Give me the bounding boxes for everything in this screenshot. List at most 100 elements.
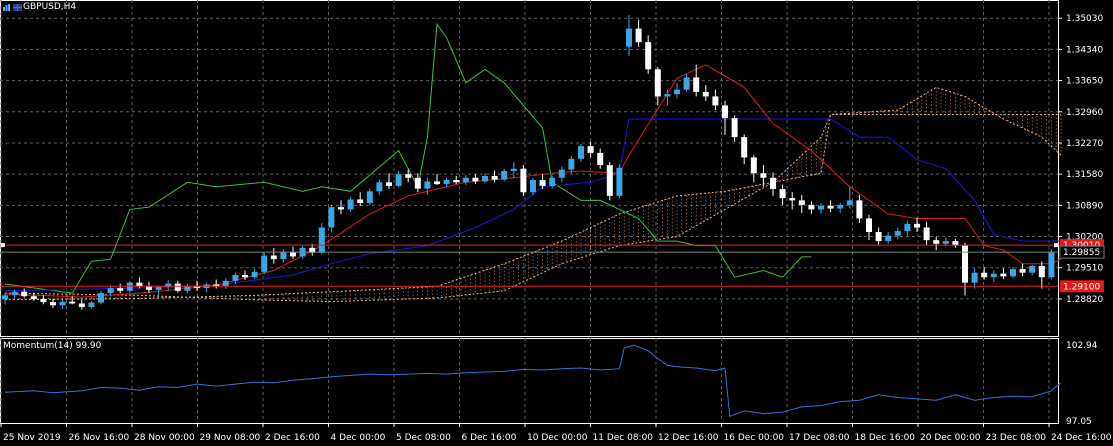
candle-body[interactable] bbox=[616, 167, 623, 196]
candle-body[interactable] bbox=[232, 274, 239, 281]
candle-body[interactable] bbox=[501, 171, 508, 180]
candle-body[interactable] bbox=[443, 180, 450, 185]
candle-body[interactable] bbox=[261, 255, 268, 272]
candle-body[interactable] bbox=[21, 291, 28, 297]
candle-body[interactable] bbox=[280, 251, 287, 260]
candle-body[interactable] bbox=[990, 273, 997, 278]
candle-body[interactable] bbox=[318, 227, 325, 253]
candle-body[interactable] bbox=[942, 241, 949, 244]
candle-body[interactable] bbox=[626, 28, 632, 47]
candle-body[interactable] bbox=[472, 177, 479, 182]
candle-body[interactable] bbox=[395, 174, 402, 186]
candle-body[interactable] bbox=[414, 177, 421, 189]
candle-body[interactable] bbox=[981, 272, 988, 278]
candle-body[interactable] bbox=[587, 146, 594, 153]
candle-body[interactable] bbox=[904, 223, 911, 232]
candle-body[interactable] bbox=[424, 181, 431, 189]
candle-body[interactable] bbox=[923, 227, 930, 241]
candle-body[interactable] bbox=[827, 205, 834, 209]
candle-body[interactable] bbox=[875, 232, 882, 242]
candle-body[interactable] bbox=[702, 91, 709, 97]
candle-body[interactable] bbox=[798, 200, 805, 205]
candle-body[interactable] bbox=[174, 283, 181, 291]
candle-body[interactable] bbox=[894, 231, 901, 236]
candle-body[interactable] bbox=[491, 175, 498, 180]
candle-body[interactable] bbox=[597, 152, 604, 166]
candle-body[interactable] bbox=[155, 287, 162, 290]
candle-body[interactable] bbox=[722, 105, 728, 119]
candle-body[interactable] bbox=[914, 223, 920, 228]
candle-body[interactable] bbox=[453, 180, 460, 183]
candle-body[interactable] bbox=[654, 69, 661, 97]
candle-body[interactable] bbox=[242, 274, 248, 278]
candle-body[interactable] bbox=[837, 204, 844, 209]
candle-body[interactable] bbox=[606, 165, 613, 196]
candle-body[interactable] bbox=[366, 191, 373, 204]
candle-body[interactable] bbox=[386, 182, 392, 186]
candle-body[interactable] bbox=[971, 272, 978, 283]
candle-body[interactable] bbox=[1038, 265, 1045, 278]
candle-body[interactable] bbox=[568, 158, 575, 170]
candle-body[interactable] bbox=[693, 77, 700, 92]
candle-body[interactable] bbox=[2, 295, 8, 300]
candle-body[interactable] bbox=[69, 301, 76, 304]
candle-body[interactable] bbox=[251, 271, 258, 278]
candle-body[interactable] bbox=[962, 245, 968, 283]
candle-body[interactable] bbox=[222, 280, 229, 287]
candle-body[interactable] bbox=[549, 177, 556, 186]
candle-body[interactable] bbox=[11, 291, 18, 296]
candle-body[interactable] bbox=[779, 189, 786, 199]
candle-body[interactable] bbox=[789, 198, 796, 201]
candle-body[interactable] bbox=[866, 218, 872, 233]
candle-body[interactable] bbox=[376, 182, 383, 192]
candle-body[interactable] bbox=[818, 205, 824, 210]
candle-body[interactable] bbox=[664, 94, 671, 97]
candle-body[interactable] bbox=[539, 180, 546, 186]
candle-body[interactable] bbox=[146, 286, 152, 290]
candle-body[interactable] bbox=[1000, 273, 1007, 277]
candle-body[interactable] bbox=[78, 303, 85, 308]
candle-body[interactable] bbox=[30, 296, 37, 299]
candle-body[interactable] bbox=[520, 168, 527, 193]
candle-body[interactable] bbox=[434, 181, 440, 185]
candle-body[interactable] bbox=[357, 199, 364, 204]
candle-body[interactable] bbox=[674, 89, 680, 95]
candle-body[interactable] bbox=[578, 146, 584, 159]
candle-body[interactable] bbox=[1029, 265, 1036, 273]
candle-body[interactable] bbox=[462, 177, 469, 183]
candle-body[interactable] bbox=[347, 199, 354, 210]
candle-body[interactable] bbox=[530, 180, 536, 193]
candle-body[interactable] bbox=[117, 288, 124, 291]
candle-body[interactable] bbox=[741, 137, 748, 158]
candle-body[interactable] bbox=[645, 42, 652, 70]
chart-canvas[interactable]: 1.35030 1.34340 1.33650 1.32960 1.32270 1.315… bbox=[0, 0, 1113, 446]
candle-body[interactable] bbox=[50, 302, 56, 306]
candle-body[interactable] bbox=[98, 293, 104, 303]
candle-body[interactable] bbox=[510, 168, 517, 171]
candle-body[interactable] bbox=[482, 175, 488, 182]
candle-body[interactable] bbox=[731, 118, 738, 138]
candle-body[interactable] bbox=[1048, 252, 1055, 278]
candle-body[interactable] bbox=[683, 77, 690, 90]
candle-body[interactable] bbox=[88, 302, 95, 308]
candle-body[interactable] bbox=[270, 255, 277, 260]
candle-body[interactable] bbox=[405, 174, 412, 178]
candle-body[interactable] bbox=[760, 173, 767, 178]
candle-body[interactable] bbox=[1010, 269, 1016, 277]
candle-body[interactable] bbox=[808, 204, 815, 210]
candle-body[interactable] bbox=[885, 235, 892, 242]
candle-body[interactable] bbox=[40, 298, 47, 303]
candle-body[interactable] bbox=[770, 177, 776, 190]
candle-body[interactable] bbox=[338, 207, 344, 210]
candle-body[interactable] bbox=[750, 157, 757, 174]
candle-body[interactable] bbox=[933, 240, 940, 244]
candle-body[interactable] bbox=[856, 200, 863, 219]
candle-body[interactable] bbox=[846, 200, 853, 205]
candle-body[interactable] bbox=[712, 96, 719, 106]
line-handle[interactable] bbox=[1054, 243, 1058, 248]
candle-body[interactable] bbox=[1019, 269, 1026, 273]
candle-body[interactable] bbox=[59, 301, 66, 306]
candle-body[interactable] bbox=[635, 28, 642, 43]
candle-body[interactable] bbox=[558, 169, 565, 178]
candle-body[interactable] bbox=[107, 288, 114, 294]
